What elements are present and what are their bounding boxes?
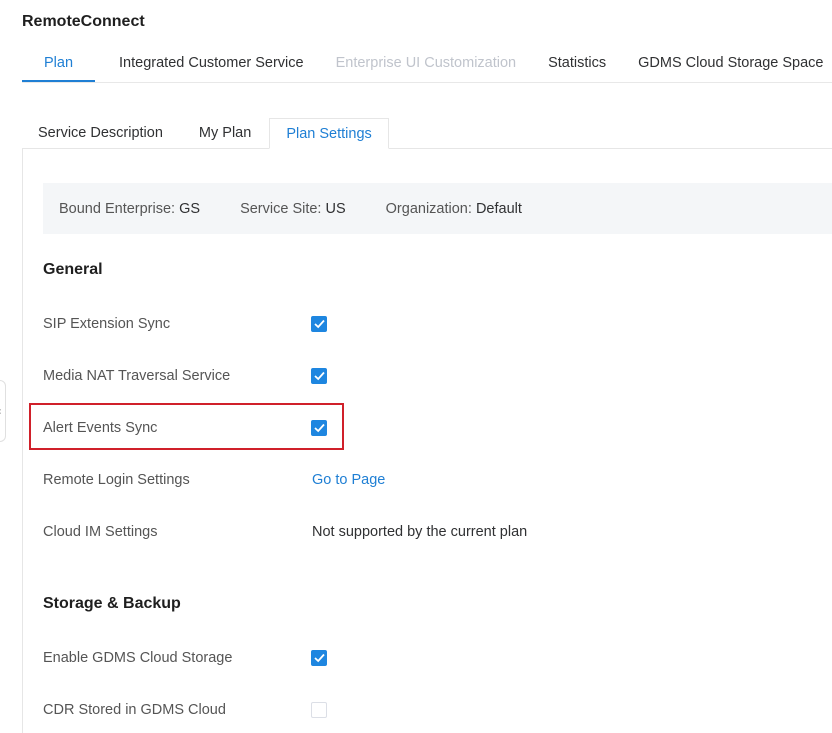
app-title: RemoteConnect xyxy=(22,13,145,30)
highlight-annotation-box xyxy=(29,403,344,450)
setting-row-remote-login-settings: Remote Login Settings Go to Page xyxy=(43,470,643,490)
organization-value: Default xyxy=(475,200,522,217)
setting-label: CDR Stored in GDMS Cloud xyxy=(43,702,226,718)
service-site: Service Site: US xyxy=(240,201,346,217)
check-icon xyxy=(314,653,325,663)
section-title-general: General xyxy=(43,261,103,278)
setting-label: SIP Extension Sync xyxy=(43,316,171,332)
setting-row-sip-extension-sync: SIP Extension Sync xyxy=(43,314,643,334)
check-icon xyxy=(314,371,325,381)
subtab-plan-settings[interactable]: Plan Settings xyxy=(269,118,389,149)
tab-gdms-cloud-storage-space[interactable]: GDMS Cloud Storage Space xyxy=(638,44,823,82)
go-to-page-link[interactable]: Go to Page xyxy=(312,470,385,490)
setting-label: Cloud IM Settings xyxy=(43,524,158,540)
setting-row-enable-gdms-cloud-storage: Enable GDMS Cloud Storage xyxy=(43,648,643,668)
setting-label: Enable GDMS Cloud Storage xyxy=(43,650,233,666)
setting-row-media-nat-traversal: Media NAT Traversal Service xyxy=(43,366,643,386)
tab-statistics[interactable]: Statistics xyxy=(548,44,606,82)
service-site-label: Service Site: xyxy=(240,200,322,217)
tab-plan[interactable]: Plan xyxy=(22,44,96,82)
organization: Organization: Default xyxy=(386,201,522,217)
collapse-handle-icon[interactable]: ‹ xyxy=(0,380,6,442)
setting-row-cloud-im-settings: Cloud IM Settings Not supported by the c… xyxy=(43,522,643,542)
setting-label: Media NAT Traversal Service xyxy=(43,368,231,384)
organization-label: Organization: xyxy=(385,200,472,217)
service-site-value: US xyxy=(325,200,346,217)
subtab-my-plan[interactable]: My Plan xyxy=(179,118,269,149)
cdr-stored-checkbox[interactable] xyxy=(311,702,327,718)
media-nat-traversal-checkbox[interactable] xyxy=(311,368,327,384)
plan-info-bar: Bound Enterprise: GS Service Site: US Or… xyxy=(43,183,832,234)
setting-label: Remote Login Settings xyxy=(43,472,190,488)
cloud-im-status-text: Not supported by the current plan xyxy=(312,524,528,540)
bound-enterprise-value: GS xyxy=(179,200,201,217)
tab-integrated-customer-service[interactable]: Integrated Customer Service xyxy=(119,44,304,82)
sip-extension-sync-checkbox[interactable] xyxy=(311,316,327,332)
bound-enterprise-label: Bound Enterprise: xyxy=(59,200,176,217)
bound-enterprise: Bound Enterprise: GS xyxy=(59,201,200,217)
top-tab-divider xyxy=(22,82,832,83)
enable-gdms-cloud-storage-checkbox[interactable] xyxy=(311,650,327,666)
top-tab-bar: Plan Integrated Customer Service Enterpr… xyxy=(22,44,832,82)
check-icon xyxy=(314,319,325,329)
subtab-service-description[interactable]: Service Description xyxy=(22,118,179,149)
section-title-storage-backup: Storage & Backup xyxy=(43,595,181,612)
setting-row-cdr-stored-in-gdms-cloud: CDR Stored in GDMS Cloud xyxy=(43,700,643,720)
tab-enterprise-ui-customization: Enterprise UI Customization xyxy=(335,55,517,71)
sub-tab-bar: Service Description My Plan Plan Setting… xyxy=(22,118,389,149)
